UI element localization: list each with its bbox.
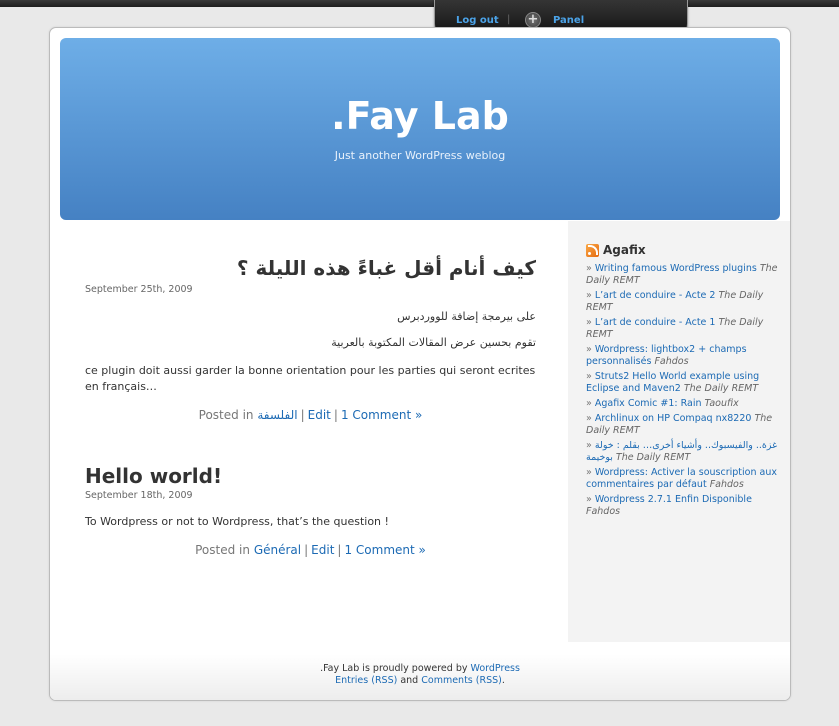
feed-item-source: Fahdos xyxy=(586,506,621,517)
widget-title-text[interactable]: Agafix xyxy=(603,243,646,257)
feed-item: » Struts2 Hello World example using Ecli… xyxy=(586,371,760,394)
post-entry: To Wordpress or not to Wordpress, that’s… xyxy=(85,514,536,530)
feed-item: » Archlinux on HP Compaq nx8220 The Dail… xyxy=(586,413,773,436)
posted-in-label: Posted in xyxy=(195,543,250,557)
comments-link[interactable]: 1 Comment » xyxy=(341,408,422,422)
feed-item-link[interactable]: Wordpress: Activer la souscription aux c… xyxy=(586,467,777,490)
post: Hello world! September 18th, 2009 To Wor… xyxy=(85,464,536,557)
feed-item: » L’art de conduire - Acte 2 The Daily R… xyxy=(586,290,764,313)
feed-item: » L’art de conduire - Acte 1 The Daily R… xyxy=(586,317,764,340)
feed-item-source: Fahdos xyxy=(709,479,744,490)
comments-rss-link[interactable]: Comments (RSS) xyxy=(421,675,502,686)
site-description: Just another WordPress weblog xyxy=(334,149,506,162)
feed-item: » غزة.. والفيسبوك.. وأشياء أخرى… بقلم : … xyxy=(586,440,778,463)
sidebar: Agafix » Writing famous WordPress plugin… xyxy=(568,221,790,642)
post-paragraph: To Wordpress or not to Wordpress, that’s… xyxy=(85,515,389,528)
feed-item-source: Fahdos xyxy=(654,356,689,367)
admin-separator: | xyxy=(507,14,511,25)
feed-item-link[interactable]: Agafix Comic #1: Rain xyxy=(595,398,702,409)
feed-item-source: The Daily REMT xyxy=(683,383,759,394)
page-container: .Fay Lab Just another WordPress weblog ك… xyxy=(49,27,791,701)
posted-in-label: Posted in xyxy=(198,408,254,422)
feed-item-link[interactable]: L’art de conduire - Acte 2 xyxy=(595,290,716,301)
post-paragraph: على بيرمجة إضافة للووردبرس xyxy=(397,310,536,323)
footer-powered-text: .Fay Lab is proudly powered by xyxy=(320,663,468,674)
post-paragraph: تقوم بحسين عرض المقالات المكتوبة بالعربي… xyxy=(331,336,536,349)
post-title[interactable]: كيف أنام أقل غباءً هذه الليلة ؟ xyxy=(85,256,536,280)
rss-icon[interactable] xyxy=(586,243,599,257)
category-link[interactable]: الفلسفة xyxy=(257,408,297,422)
feed-item-link[interactable]: Wordpress 2.7.1 Enfin Disponible xyxy=(595,494,752,505)
post-meta: Posted in Général | Edit | 1 Comment » xyxy=(195,543,426,557)
feed-item: » Wordpress: lightbox2 + champs personna… xyxy=(586,344,747,367)
feed-item-source: The Daily REMT xyxy=(615,452,691,463)
site-footer: .Fay Lab is proudly powered by WordPress… xyxy=(50,654,790,700)
edit-link[interactable]: Edit xyxy=(311,543,334,557)
entries-rss-link[interactable]: Entries (RSS) xyxy=(335,675,397,686)
post-entry: على بيرمجة إضافة للووردبرس تقوم بحسين عر… xyxy=(85,309,536,395)
top-bar xyxy=(0,0,839,7)
post-date: September 18th, 2009 xyxy=(85,490,193,501)
edit-link[interactable]: Edit xyxy=(308,408,331,422)
feed-item-link[interactable]: L’art de conduire - Acte 1 xyxy=(595,317,716,328)
post-date: September 25th, 2009 xyxy=(85,284,193,295)
footer-line-2: Entries (RSS) and Comments (RSS). xyxy=(50,675,790,687)
plus-icon[interactable]: + xyxy=(525,12,541,28)
footer-line-1: .Fay Lab is proudly powered by WordPress xyxy=(50,663,790,675)
post-title[interactable]: Hello world! xyxy=(85,464,536,488)
comments-link[interactable]: 1 Comment » xyxy=(344,543,425,557)
post-paragraph: ce plugin doit aussi garder la bonne ori… xyxy=(85,364,536,393)
site-header: .Fay Lab Just another WordPress weblog xyxy=(60,38,780,220)
wordpress-link[interactable]: WordPress xyxy=(471,663,520,674)
site-title[interactable]: .Fay Lab xyxy=(60,94,780,138)
feed-list: » Writing famous WordPress plugins The D… xyxy=(586,263,781,518)
feed-item-link[interactable]: Writing famous WordPress plugins xyxy=(595,263,757,274)
widget-title: Agafix xyxy=(586,243,781,257)
feed-item-link[interactable]: Archlinux on HP Compaq nx8220 xyxy=(595,413,752,424)
panel-link[interactable]: Panel xyxy=(553,15,584,26)
feed-item: » Wordpress 2.7.1 Enfin Disponible Fahdo… xyxy=(586,494,752,517)
post-meta: Posted in الفلسفة | Edit | 1 Comment » xyxy=(198,408,423,422)
post: كيف أنام أقل غباءً هذه الليلة ؟ Septembe… xyxy=(85,256,536,422)
main-content: كيف أنام أقل غباءً هذه الليلة ؟ Septembe… xyxy=(85,248,536,557)
feed-item-source: Taoufix xyxy=(704,398,739,409)
feed-item: » Agafix Comic #1: Rain Taoufix xyxy=(586,398,739,409)
feed-item: » Writing famous WordPress plugins The D… xyxy=(586,263,778,286)
footer-and-text: and xyxy=(400,675,419,686)
logout-link[interactable]: Log out xyxy=(456,15,499,26)
feed-item: » Wordpress: Activer la souscription aux… xyxy=(586,467,777,490)
footer-period: . xyxy=(501,675,505,686)
category-link[interactable]: Général xyxy=(254,543,301,557)
